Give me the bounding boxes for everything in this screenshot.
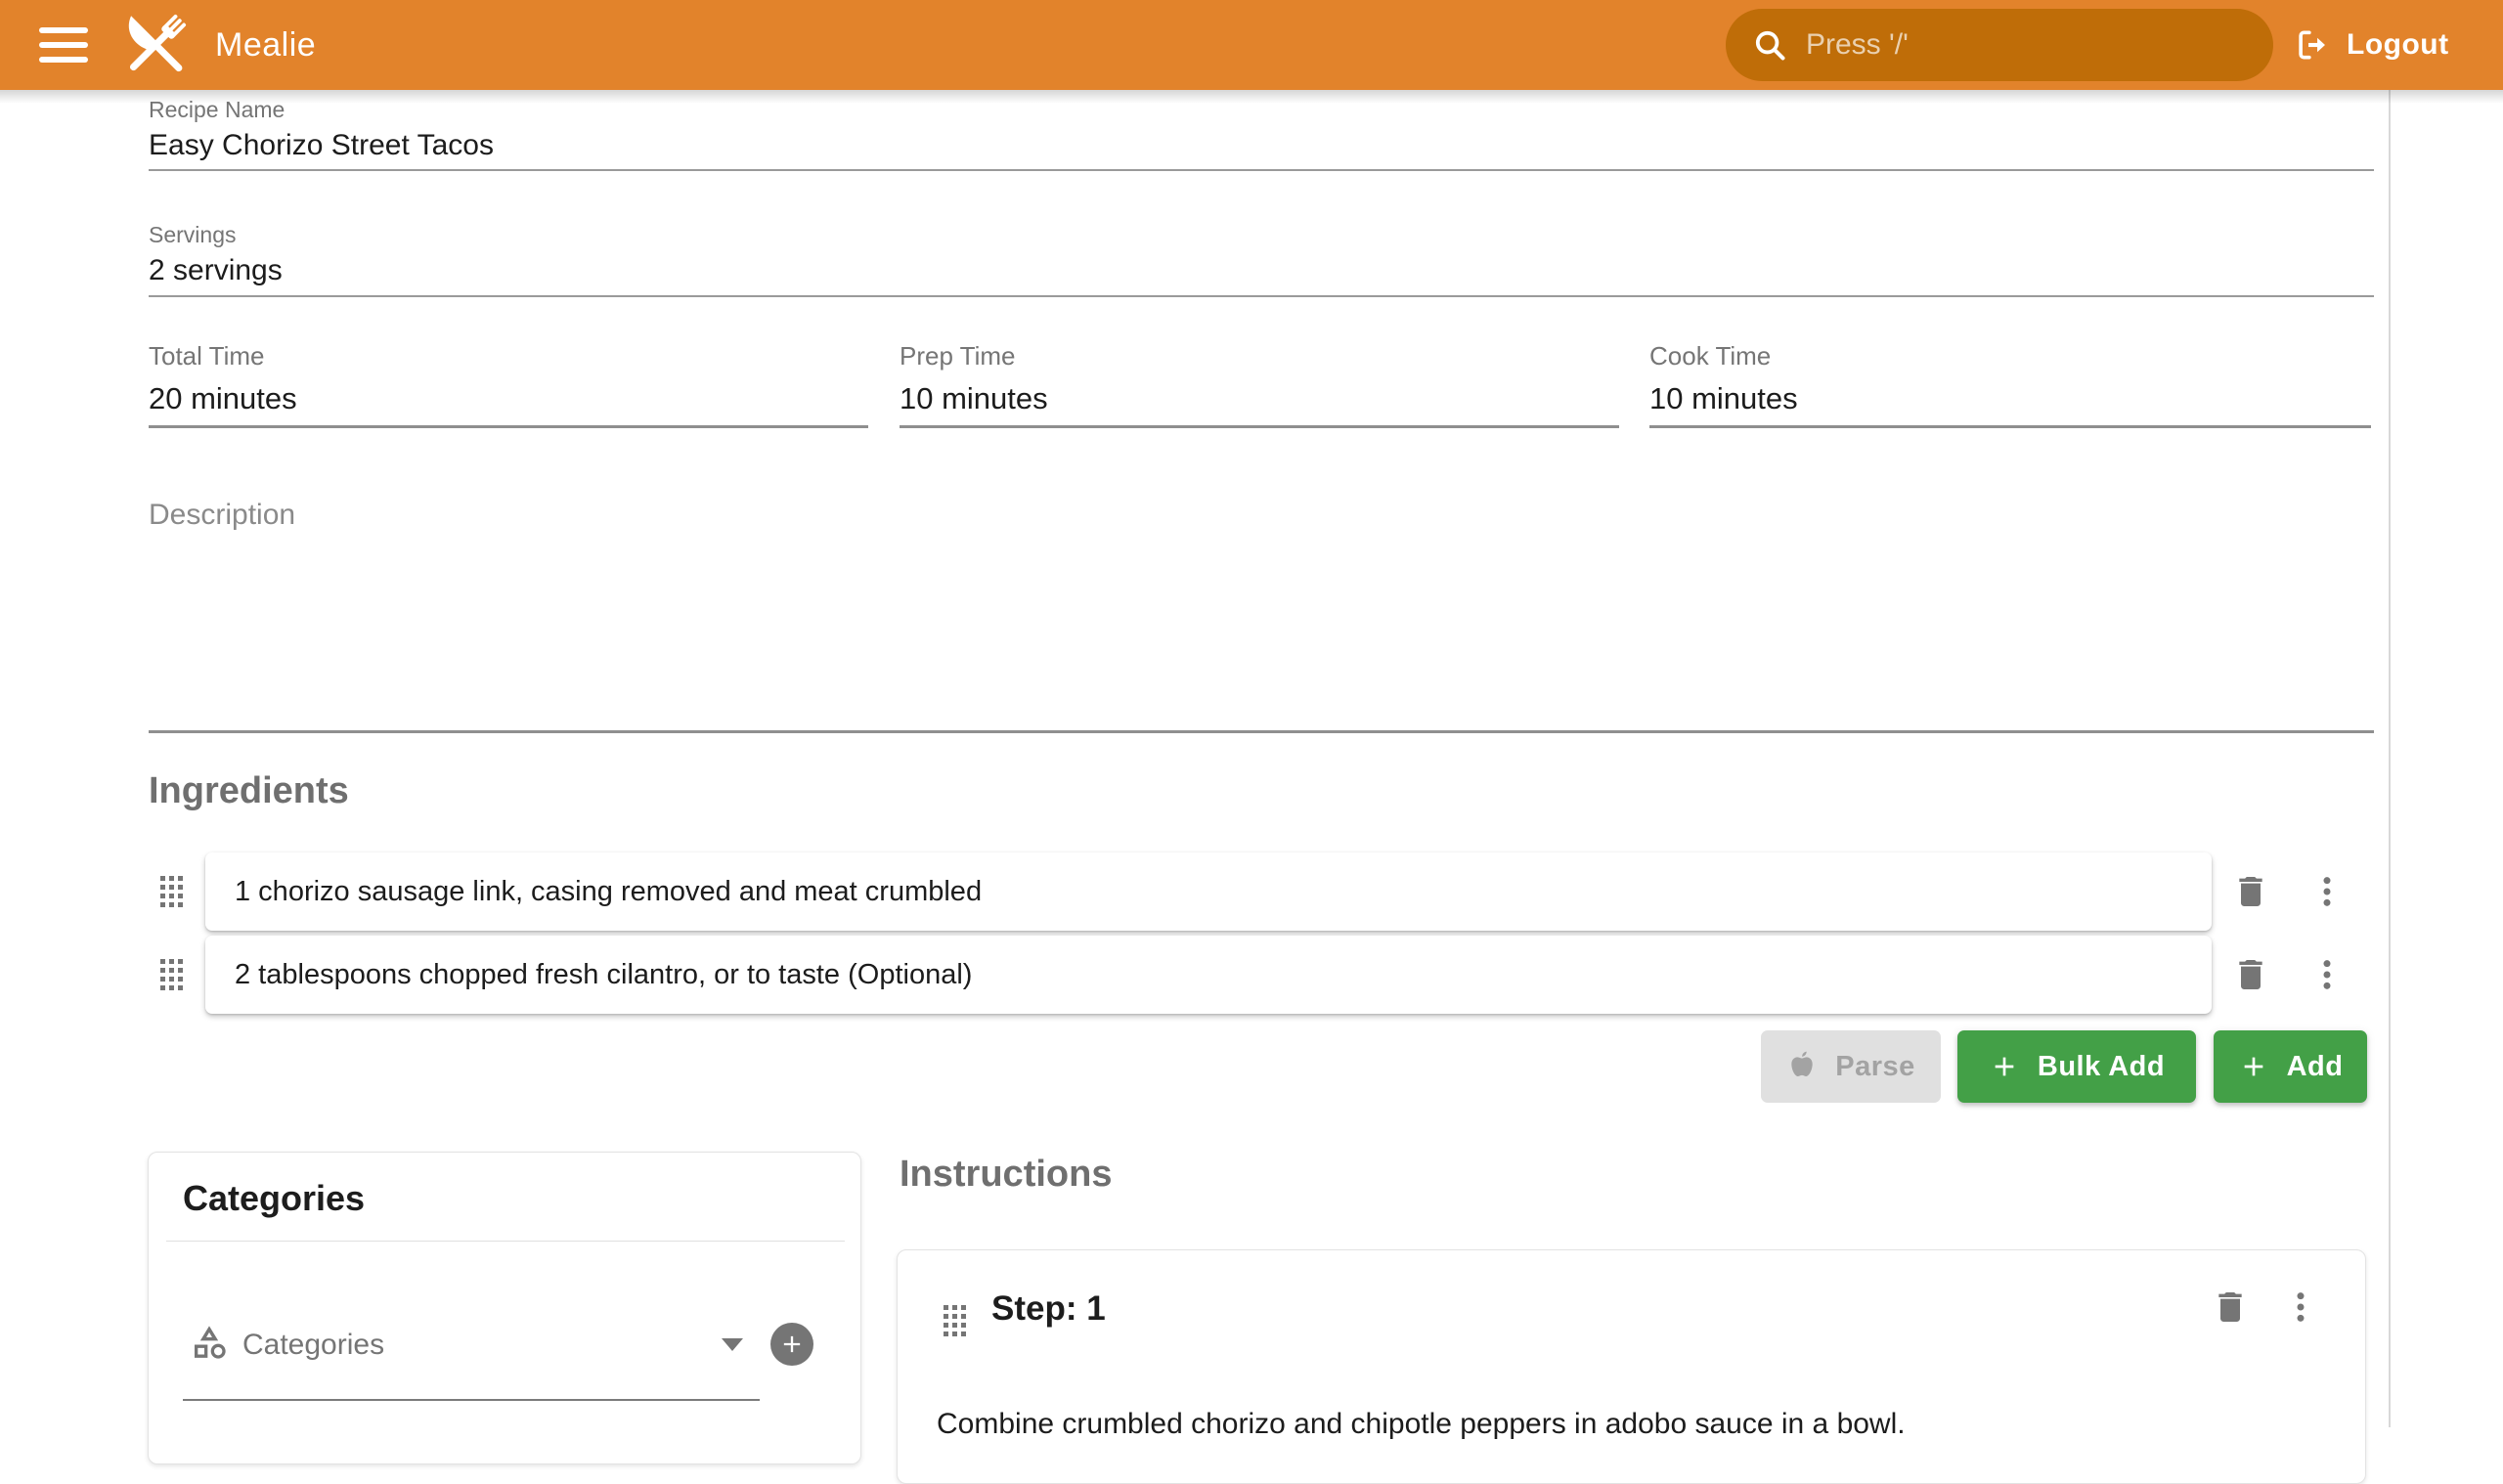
description-underline (149, 730, 2374, 733)
content-right-divider (2389, 90, 2391, 1427)
bulk-add-label: Bulk Add (2038, 1051, 2165, 1083)
search-input[interactable] (1788, 9, 2273, 81)
step-title: Step: 1 (991, 1289, 1106, 1329)
cook-time-input[interactable] (1649, 377, 2363, 420)
categories-card: Categories Categories (148, 1152, 861, 1464)
trash-icon (2211, 1288, 2250, 1327)
ingredient-input[interactable] (205, 936, 2212, 1014)
chevron-down-icon[interactable] (722, 1338, 743, 1351)
shapes-icon (190, 1323, 229, 1362)
instructions-title: Instructions (900, 1154, 1112, 1196)
parse-button[interactable]: Parse (1761, 1030, 1941, 1103)
mealie-logo-icon (102, 4, 209, 86)
logout-button[interactable]: Logout (2294, 0, 2449, 90)
search-bar[interactable] (1726, 9, 2273, 81)
ingredient-menu-button[interactable] (2307, 955, 2347, 994)
ingredient-menu-button[interactable] (2307, 872, 2347, 911)
parse-label: Parse (1835, 1051, 1915, 1083)
cook-time-underline (1649, 425, 2371, 428)
ingredients-title: Ingredients (149, 770, 349, 812)
drag-handle-icon[interactable] (160, 876, 183, 907)
recipe-name-underline (149, 169, 2374, 171)
step-text-input[interactable]: Combine crumbled chorizo and chipotle pe… (937, 1405, 2325, 1444)
servings-underline (149, 295, 2374, 297)
categories-card-title: Categories (183, 1178, 365, 1219)
ingredient-row (205, 852, 2212, 931)
menu-icon[interactable] (39, 27, 88, 63)
description-label: Description (149, 499, 2374, 532)
ingredient-row (205, 936, 2212, 1014)
kebab-icon (2281, 1288, 2320, 1327)
trash-icon (2231, 872, 2270, 911)
trash-icon (2231, 955, 2270, 994)
kebab-icon (2307, 872, 2347, 911)
prep-time-label: Prep Time (900, 341, 1016, 371)
total-time-label: Total Time (149, 341, 265, 371)
description-field[interactable]: Description (149, 499, 2374, 733)
total-time-underline (149, 425, 868, 428)
prep-time-underline (900, 425, 1619, 428)
app-title: Mealie (215, 0, 316, 90)
logout-label: Logout (2347, 28, 2449, 62)
delete-ingredient-button[interactable] (2231, 955, 2270, 994)
header-shadow (0, 90, 2503, 104)
cook-time-label: Cook Time (1649, 341, 1771, 371)
categories-select[interactable]: Categories (242, 1329, 384, 1362)
logout-icon (2294, 26, 2331, 64)
search-icon (1751, 26, 1788, 64)
plus-icon (1989, 1051, 2020, 1082)
delete-step-button[interactable] (2211, 1288, 2250, 1327)
bulk-add-button[interactable]: Bulk Add (1957, 1030, 2196, 1103)
servings-label: Servings (149, 222, 236, 248)
apple-icon (1786, 1051, 1818, 1082)
step-menu-button[interactable] (2281, 1288, 2320, 1327)
step-card: Step: 1 Combine crumbled chorizo and chi… (897, 1249, 2366, 1484)
add-category-button[interactable] (770, 1323, 813, 1366)
app-bar: Mealie Logout (0, 0, 2503, 90)
prep-time-input[interactable] (900, 377, 1613, 420)
delete-ingredient-button[interactable] (2231, 872, 2270, 911)
kebab-icon (2307, 955, 2347, 994)
categories-select-underline (183, 1399, 760, 1401)
add-button[interactable]: Add (2214, 1030, 2367, 1103)
drag-handle-icon[interactable] (160, 959, 183, 990)
plus-icon (778, 1331, 806, 1358)
divider (166, 1241, 845, 1242)
drag-handle-icon[interactable] (944, 1305, 966, 1336)
recipe-name-input[interactable] (149, 125, 2368, 166)
ingredient-input[interactable] (205, 852, 2212, 931)
total-time-input[interactable] (149, 377, 862, 420)
add-label: Add (2287, 1051, 2344, 1083)
servings-input[interactable] (149, 250, 2368, 291)
plus-icon (2238, 1051, 2269, 1082)
